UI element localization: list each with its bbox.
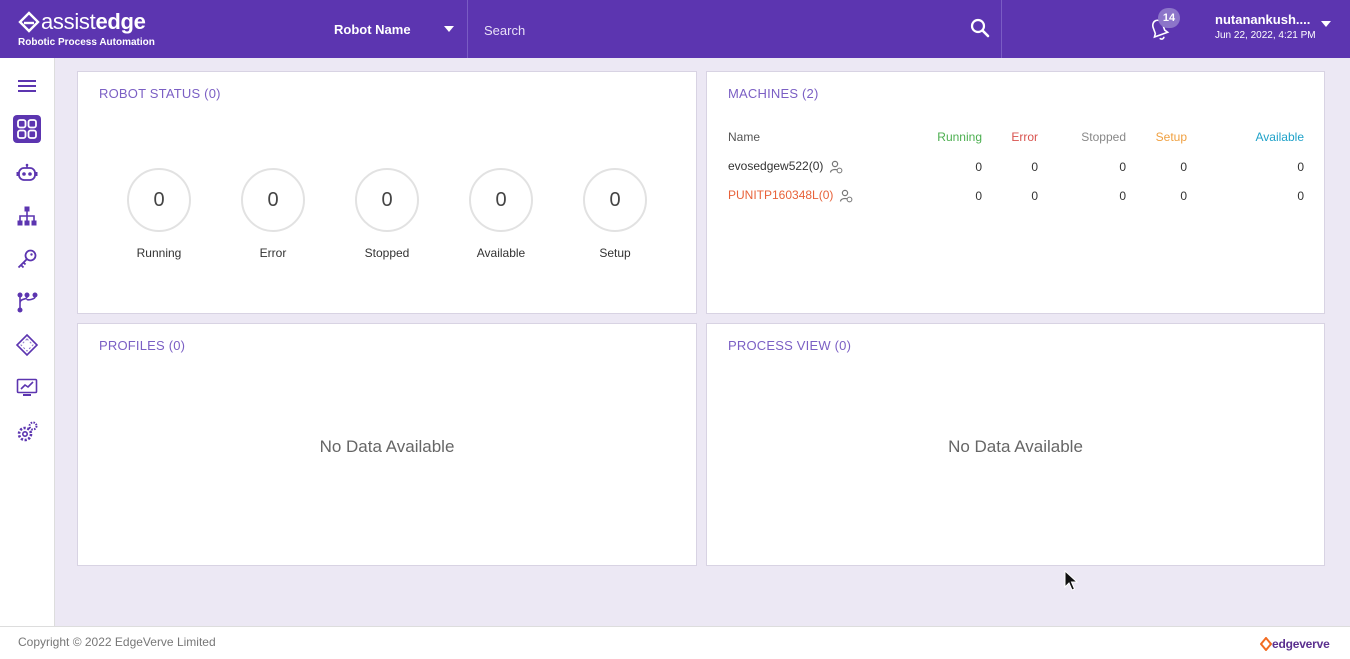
chevron-down-icon[interactable]: [1321, 21, 1331, 27]
status-stopped[interactable]: 0 Stopped: [347, 168, 427, 260]
sidebar-item-settings[interactable]: [13, 418, 41, 446]
error-count: 0: [1031, 159, 1038, 174]
column-header-error: Error: [1011, 130, 1038, 144]
column-header-available: Available: [1255, 130, 1304, 144]
logo-subtitle: Robotic Process Automation: [18, 37, 155, 48]
empty-state-message: No Data Available: [319, 437, 455, 456]
status-running[interactable]: 0 Running: [119, 168, 199, 260]
search-bar: [468, 0, 1000, 58]
sidebar-item-processes[interactable]: [13, 288, 41, 316]
status-setup[interactable]: 0 Setup: [575, 168, 655, 260]
notification-count-badge[interactable]: 14: [1158, 8, 1180, 28]
machine-user-icon[interactable]: [829, 160, 843, 174]
top-header: assist edge Robotic Process Automation Ro…: [0, 0, 1350, 58]
copyright-text: Copyright © 2022 EdgeVerve Limited: [18, 635, 216, 649]
empty-state-message: No Data Available: [948, 437, 1083, 456]
machine-name[interactable]: PUNITP160348L(0): [728, 188, 833, 202]
mouse-cursor-icon: [1064, 570, 1078, 591]
status-count: 0: [583, 168, 647, 232]
running-count: 0: [975, 159, 982, 174]
robot-name-dropdown[interactable]: Robot Name: [334, 0, 467, 58]
status-count: 0: [355, 168, 419, 232]
status-label: Stopped: [364, 246, 410, 260]
sidebar-item-robots[interactable]: [13, 159, 41, 187]
logo-text-bold: edge: [95, 9, 146, 34]
running-count: 0: [975, 188, 982, 203]
status-label: Available: [476, 246, 526, 260]
machine-name-cell: evosedgew522(0): [728, 146, 888, 181]
edgeverve-logo: edgeverve: [1260, 637, 1330, 651]
footer: Copyright © 2022 EdgeVerve Limited edgev…: [0, 626, 1350, 659]
monitor-chart-icon: [16, 378, 38, 396]
status-count: 0: [127, 168, 191, 232]
column-header-running: Running: [937, 130, 982, 144]
assistedge-logo-icon: [18, 11, 40, 33]
edgeverve-logo-text: edgeverve: [1272, 637, 1330, 651]
error-count: 0: [1031, 188, 1038, 203]
assistedge-logo[interactable]: assist edge Robotic Process Automation: [18, 9, 155, 48]
column-header-name: Name: [728, 130, 761, 144]
available-count: 0: [1297, 188, 1304, 203]
stopped-count: 0: [1119, 159, 1126, 174]
robot-name-dropdown-label: Robot Name: [334, 21, 411, 37]
robot-status-card: ROBOT STATUS (0) 0 Running 0 Error 0 Sto…: [77, 71, 697, 314]
status-error[interactable]: 0 Error: [233, 168, 313, 260]
setup-count: 0: [1180, 159, 1187, 174]
status-label: Error: [259, 246, 287, 260]
edgeverve-logo-icon: [1260, 637, 1272, 651]
search-icon[interactable]: [970, 18, 990, 38]
status-count: 0: [241, 168, 305, 232]
machines-title: MACHINES (2): [728, 86, 819, 101]
setup-count: 0: [1180, 188, 1187, 203]
column-header-setup: Setup: [1155, 130, 1187, 144]
stopped-count: 0: [1119, 188, 1126, 203]
user-menu[interactable]: nutanankush.... Jun 22, 2022, 4:21 PM: [1215, 12, 1340, 48]
machines-card: MACHINES (2) Name Running Error Stopped …: [706, 71, 1325, 314]
search-input[interactable]: [482, 18, 956, 42]
machines-table: Name Running Error Stopped Setup Availab…: [728, 128, 1304, 210]
profiles-title: PROFILES (0): [99, 338, 186, 353]
column-header-stopped: Stopped: [1081, 130, 1126, 144]
robot-status-title: ROBOT STATUS (0): [99, 86, 221, 101]
user-datetime: Jun 22, 2022, 4:21 PM: [1215, 30, 1316, 41]
status-available[interactable]: 0 Available: [461, 168, 541, 260]
robot-icon: [16, 163, 38, 181]
sidebar-item-credentials[interactable]: [13, 245, 41, 273]
header-divider: [1001, 0, 1002, 58]
table-header-row: Name Running Error Stopped Setup Availab…: [728, 128, 1304, 146]
key-icon: [17, 249, 37, 269]
sidebar-item-hierarchy[interactable]: [13, 202, 41, 230]
chevron-down-icon: [444, 26, 454, 32]
table-row[interactable]: PUNITP160348L(0) 0 0 0 0 0: [728, 181, 1304, 210]
chip-icon: [15, 333, 39, 357]
table-row[interactable]: evosedgew522(0) 0 0 0 0 0: [728, 146, 1304, 181]
sidebar-item-components[interactable]: [13, 331, 41, 359]
status-label: Setup: [599, 246, 631, 260]
hierarchy-icon: [17, 206, 37, 226]
sidebar-item-dashboard[interactable]: [13, 115, 41, 143]
sidebar: [0, 58, 55, 626]
machine-name-cell: PUNITP160348L(0): [728, 181, 888, 210]
available-count: 0: [1297, 159, 1304, 174]
dashboard-grid-icon: [17, 119, 37, 139]
hamburger-menu-icon: [18, 80, 36, 92]
status-label: Running: [136, 246, 182, 260]
machine-name[interactable]: evosedgew522(0): [728, 159, 823, 173]
settings-gears-icon: [17, 421, 38, 442]
process-flow-icon: [17, 292, 38, 313]
status-count: 0: [469, 168, 533, 232]
process-view-card: PROCESS VIEW (0) No Data Available: [706, 323, 1325, 566]
sidebar-menu-toggle[interactable]: [13, 72, 41, 100]
process-view-title: PROCESS VIEW (0): [728, 338, 852, 353]
profiles-card: PROFILES (0) No Data Available: [77, 323, 697, 566]
machine-user-icon[interactable]: [839, 189, 853, 203]
logo-text-light: assist: [41, 9, 96, 34]
sidebar-item-monitoring[interactable]: [13, 374, 41, 402]
